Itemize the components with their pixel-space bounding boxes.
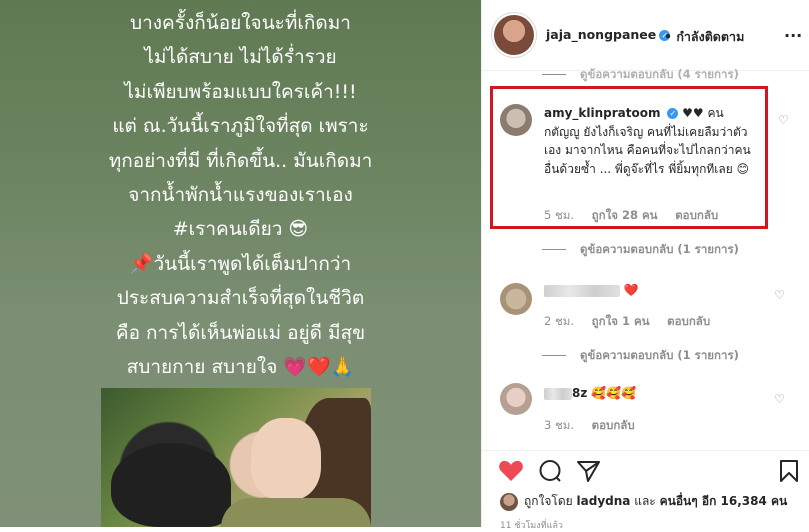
- like-comment-icon[interactable]: ♡: [778, 113, 789, 127]
- caption-line: #เราคนเดียว 😎: [172, 218, 309, 241]
- caption-line: ทุกอย่างที่มี ที่เกิดขึ้น.. มันเกิดมา: [108, 149, 373, 172]
- following-button[interactable]: • กำลังติดตาม: [664, 27, 744, 47]
- caption-line: จากน้ำพักน้ำแรงของเราเอง: [128, 184, 353, 207]
- caption-line: ไม่เพียบพร้อมแบบใครเค้า!!!: [124, 80, 357, 103]
- reply-button[interactable]: ตอบกลับ: [592, 418, 635, 432]
- like-comment-icon[interactable]: ♡: [774, 392, 785, 406]
- caption-line: 📌วันนี้เราพูดได้เต็มปากว่า: [129, 252, 352, 275]
- comment-meta: 3 ชม. ตอบกลับ: [544, 418, 635, 432]
- profile-username[interactable]: jaja_nongpanee ✓: [546, 27, 671, 42]
- post-caption: บางครั้งก็น้อยใจนะที่เกิดมาไม่ได้สบาย ไม…: [0, 6, 481, 384]
- view-replies-link[interactable]: ดูข้อความตอบกลับ (1 รายการ): [542, 241, 739, 259]
- share-icon[interactable]: [576, 459, 602, 483]
- verified-badge-icon: ✓: [667, 108, 679, 119]
- commenter-avatar[interactable]: [500, 104, 532, 136]
- comment-text: amy_klinpratoom ✓ ♥♥ คนกตัญญู ยังไงก็เจร…: [544, 106, 751, 176]
- comment-meta: 2 ชม. ถูกใจ 1 คน ตอบกลับ: [544, 314, 711, 328]
- post-header: jaja_nongpanee ✓ • กำลังติดตาม ...: [482, 0, 809, 71]
- post-image: บางครั้งก็น้อยใจนะที่เกิดมาไม่ได้สบาย ไม…: [0, 0, 481, 527]
- comment-text: 8z 🥰🥰🥰: [544, 384, 764, 403]
- reply-button[interactable]: ตอบกลับ: [675, 208, 718, 222]
- comment-meta: 5 ชม. ถูกใจ 28 คน ตอบกลับ: [544, 208, 719, 222]
- profile-avatar[interactable]: [494, 15, 534, 55]
- post-actions: [482, 450, 809, 491]
- post-photo: [101, 388, 371, 527]
- view-replies-link[interactable]: ดูข้อความตอบกลับ (1 รายการ): [542, 347, 739, 365]
- comment-likes[interactable]: ถูกใจ 28 คน: [592, 208, 658, 222]
- likes-summary: ถูกใจโดย ladydna และ คนอื่นๆ อีก 16,384 …: [524, 494, 788, 508]
- commenter-avatar[interactable]: [500, 383, 532, 415]
- reply-button[interactable]: ตอบกลับ: [667, 314, 710, 328]
- commenter-username[interactable]: amy_klinpratoom: [544, 106, 661, 120]
- blurred-username: [544, 387, 572, 400]
- caption-line: คือ การได้เห็นพ่อแม่ อยู่ดี มีสุข: [115, 321, 366, 344]
- caption-line: บางครั้งก็น้อยใจนะที่เกิดมา: [130, 12, 351, 34]
- comment-icon[interactable]: [538, 459, 564, 483]
- caption-line: แต่ ณ.วันนี้เราภูมิใจที่สุด เพราะ: [112, 115, 369, 138]
- more-options-icon[interactable]: ...: [784, 22, 802, 41]
- caption-line: ไม่ได้สบาย ไม่ได้ร่ำรวย: [144, 46, 337, 69]
- like-comment-icon[interactable]: ♡: [774, 288, 785, 302]
- commenter-avatar[interactable]: [500, 283, 532, 315]
- blurred-username: [544, 284, 620, 297]
- liker-username[interactable]: ladydna: [577, 494, 631, 508]
- caption-line: สบายกาย สบายใจ 💗❤️🙏: [126, 356, 355, 379]
- view-replies-link[interactable]: ดูข้อความตอบกลับ (4 รายการ): [542, 66, 739, 84]
- heart-filled-icon[interactable]: [498, 459, 524, 483]
- bookmark-icon[interactable]: [778, 459, 800, 483]
- comment-text: ❤️: [544, 281, 764, 300]
- likes-count[interactable]: คนอื่นๆ อีก 16,384 คน: [660, 494, 788, 508]
- liker-avatar[interactable]: [500, 493, 518, 511]
- comments-panel: jaja_nongpanee ✓ • กำลังติดตาม ... ดูข้อค…: [481, 0, 809, 531]
- post-timestamp: 11 ชั่วโมงที่แล้ว: [500, 521, 563, 531]
- caption-line: ประสบความสำเร็จที่สุดในชีวิต: [116, 287, 365, 310]
- comment-likes[interactable]: ถูกใจ 1 คน: [592, 314, 650, 328]
